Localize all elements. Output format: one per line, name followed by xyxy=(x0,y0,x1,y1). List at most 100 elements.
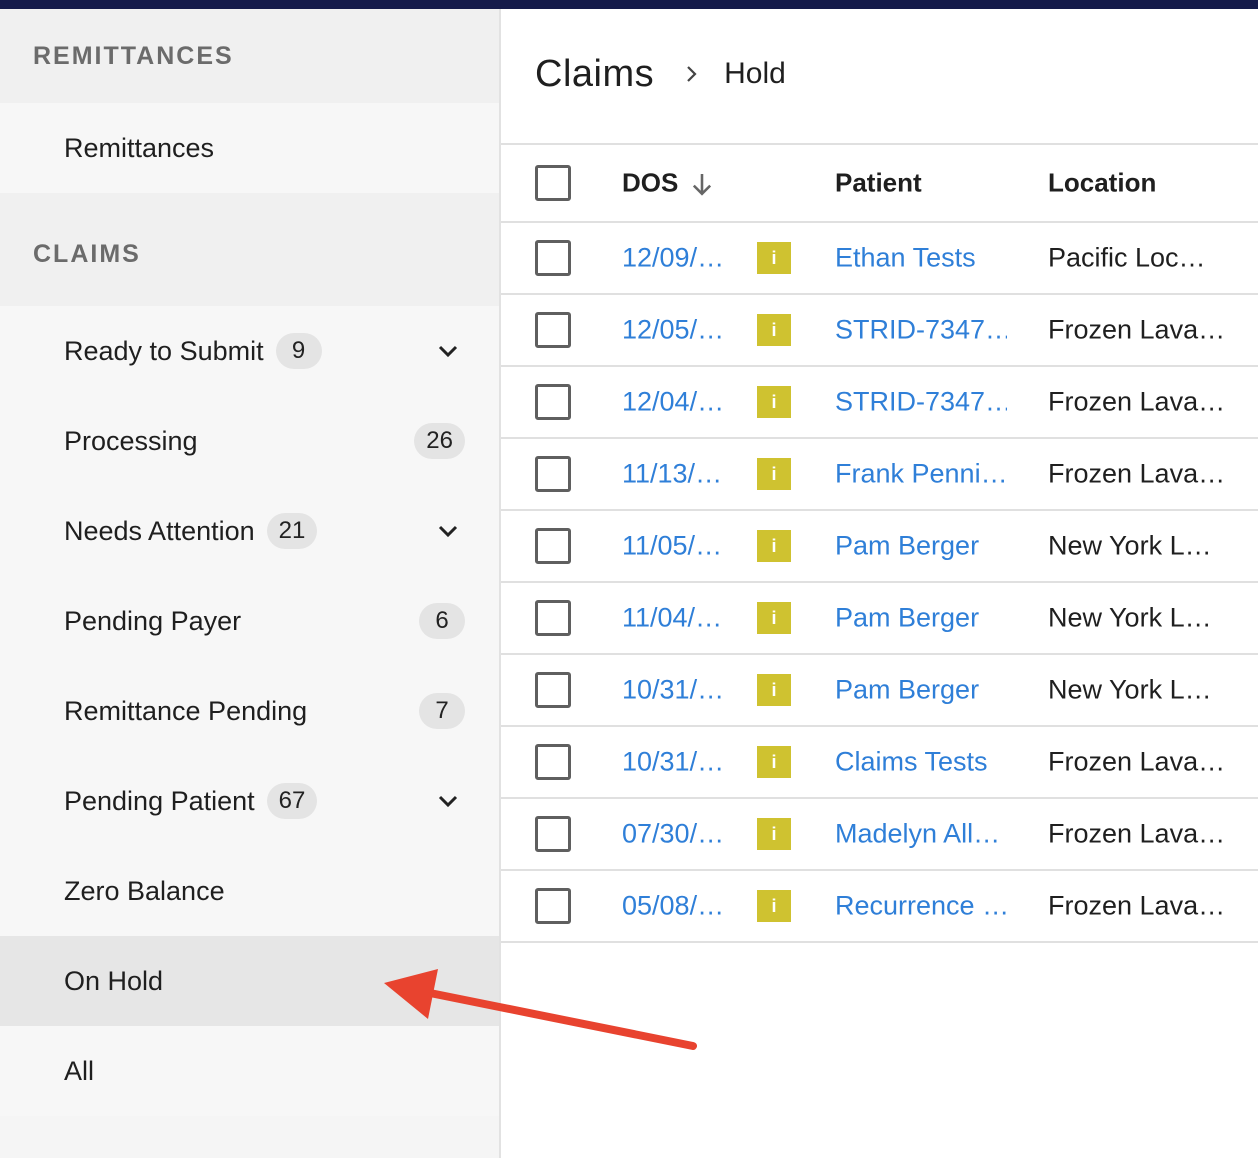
info-icon[interactable]: i xyxy=(757,458,791,490)
table-row[interactable]: 11/05/… i Pam Berger New York L… xyxy=(501,511,1258,583)
section-header-claims: CLAIMS xyxy=(0,193,499,306)
row-checkbox[interactable] xyxy=(535,744,571,780)
patient-link[interactable]: Madelyn All… xyxy=(835,819,1007,850)
patient-link[interactable]: Ethan Tests xyxy=(835,243,1007,274)
sidebar-item-label: Zero Balance xyxy=(64,875,225,906)
location-cell: Frozen Lava… xyxy=(1048,746,1226,777)
table-row[interactable]: 11/04/… i Pam Berger New York L… xyxy=(501,583,1258,655)
chevron-right-icon xyxy=(687,66,697,82)
info-icon[interactable]: i xyxy=(757,602,791,634)
column-header-label: DOS xyxy=(622,167,679,198)
sidebar-item-remittance-pending[interactable]: Remittance Pending 7 xyxy=(0,666,499,756)
column-header-dos[interactable]: DOS xyxy=(622,167,716,198)
info-icon[interactable]: i xyxy=(757,746,791,778)
sidebar-item-all[interactable]: All xyxy=(0,1026,499,1116)
sidebar: REMITTANCES Remittances CLAIMS Ready to … xyxy=(0,9,501,1158)
row-checkbox[interactable] xyxy=(535,600,571,636)
row-checkbox[interactable] xyxy=(535,816,571,852)
info-icon[interactable]: i xyxy=(757,674,791,706)
breadcrumb-current: Hold xyxy=(724,57,786,90)
patient-link[interactable]: STRID-7347… xyxy=(835,315,1007,346)
row-checkbox[interactable] xyxy=(535,456,571,492)
info-icon[interactable]: i xyxy=(757,530,791,562)
dos-link[interactable]: 12/04/… xyxy=(622,387,732,418)
sidebar-item-label: Ready to Submit xyxy=(64,335,264,366)
sidebar-item-zero-balance[interactable]: Zero Balance xyxy=(0,846,499,936)
row-checkbox[interactable] xyxy=(535,888,571,924)
dos-link[interactable]: 05/08/… xyxy=(622,891,732,922)
sidebar-item-ready-to-submit[interactable]: Ready to Submit 9 xyxy=(0,306,499,396)
dos-link[interactable]: 12/09/… xyxy=(622,243,732,274)
table-row[interactable]: 07/30/… i Madelyn All… Frozen Lava… xyxy=(501,799,1258,871)
patient-link[interactable]: Frank Penni… xyxy=(835,459,1007,490)
table-row[interactable]: 11/13/… i Frank Penni… Frozen Lava… xyxy=(501,439,1258,511)
patient-link[interactable]: Recurrence … xyxy=(835,891,1007,922)
patient-link[interactable]: Pam Berger xyxy=(835,531,1007,562)
column-header-location[interactable]: Location xyxy=(1048,168,1156,199)
table-row[interactable]: 10/31/… i Pam Berger New York L… xyxy=(501,655,1258,727)
location-cell: Frozen Lava… xyxy=(1048,890,1226,921)
table-header-row: DOS Patient Location xyxy=(501,145,1258,223)
claims-table: DOS Patient Location 12/09/… i Ethan Tests… xyxy=(501,143,1258,943)
info-icon[interactable]: i xyxy=(757,890,791,922)
dos-link[interactable]: 11/04/… xyxy=(622,603,732,634)
info-icon[interactable]: i xyxy=(757,314,791,346)
main-content: Claims Hold DOS Patient Location 12/09/…… xyxy=(501,9,1258,1158)
dos-link[interactable]: 10/31/… xyxy=(622,675,732,706)
patient-link[interactable]: Claims Tests xyxy=(835,747,1007,778)
location-cell: Frozen Lava… xyxy=(1048,458,1226,489)
table-row[interactable]: 12/05/… i STRID-7347… Frozen Lava… xyxy=(501,295,1258,367)
chevron-down-icon[interactable] xyxy=(436,789,460,813)
dos-link[interactable]: 11/13/… xyxy=(622,459,732,490)
top-app-bar xyxy=(0,0,1258,9)
info-icon[interactable]: i xyxy=(757,818,791,850)
sidebar-item-label: Pending Payer xyxy=(64,605,242,636)
sidebar-item-processing[interactable]: Processing 26 xyxy=(0,396,499,486)
patient-link[interactable]: Pam Berger xyxy=(835,675,1007,706)
patient-link[interactable]: Pam Berger xyxy=(835,603,1007,634)
table-body: 12/09/… i Ethan Tests Pacific Loc… 12/05/… i S… xyxy=(501,223,1258,943)
sidebar-item-label: All xyxy=(64,1055,95,1086)
count-badge: 26 xyxy=(414,423,465,459)
row-checkbox[interactable] xyxy=(535,312,571,348)
sidebar-item-label: Pending Patient xyxy=(64,785,255,816)
dos-link[interactable]: 11/05/… xyxy=(622,531,732,562)
sidebar-item-pending-payer[interactable]: Pending Payer 6 xyxy=(0,576,499,666)
sidebar-item-label: Processing xyxy=(64,425,198,456)
location-cell: Pacific Loc… xyxy=(1048,242,1206,273)
column-header-patient[interactable]: Patient xyxy=(835,168,922,199)
sidebar-item-on-hold[interactable]: On Hold xyxy=(0,936,499,1026)
dos-link[interactable]: 10/31/… xyxy=(622,747,732,778)
location-cell: Frozen Lava… xyxy=(1048,314,1226,345)
table-row[interactable]: 10/31/… i Claims Tests Frozen Lava… xyxy=(501,727,1258,799)
table-row[interactable]: 12/04/… i STRID-7347… Frozen Lava… xyxy=(501,367,1258,439)
chevron-down-icon[interactable] xyxy=(436,339,460,363)
sidebar-item-remittances[interactable]: Remittances xyxy=(0,103,499,193)
patient-link[interactable]: STRID-7347… xyxy=(835,387,1007,418)
sidebar-item-pending-patient[interactable]: Pending Patient 67 xyxy=(0,756,499,846)
location-cell: New York L… xyxy=(1048,530,1212,561)
sidebar-item-label: Remittances xyxy=(64,132,215,163)
select-all-checkbox[interactable] xyxy=(535,165,571,201)
row-checkbox[interactable] xyxy=(535,528,571,564)
row-checkbox[interactable] xyxy=(535,240,571,276)
sidebar-item-label: Needs Attention xyxy=(64,515,255,546)
location-cell: New York L… xyxy=(1048,674,1212,705)
count-badge: 21 xyxy=(266,513,318,549)
sort-descending-icon[interactable] xyxy=(688,171,716,199)
dos-link[interactable]: 12/05/… xyxy=(622,315,732,346)
row-checkbox[interactable] xyxy=(535,384,571,420)
count-badge: 7 xyxy=(419,693,465,729)
chevron-down-icon[interactable] xyxy=(436,519,460,543)
sidebar-item-label: Remittance Pending xyxy=(64,695,308,726)
row-checkbox[interactable] xyxy=(535,672,571,708)
info-icon[interactable]: i xyxy=(757,242,791,274)
table-row[interactable]: 05/08/… i Recurrence … Frozen Lava… xyxy=(501,871,1258,943)
location-cell: New York L… xyxy=(1048,602,1212,633)
breadcrumb: Claims Hold xyxy=(535,49,786,99)
info-icon[interactable]: i xyxy=(757,386,791,418)
breadcrumb-claims[interactable]: Claims xyxy=(535,53,654,96)
sidebar-item-needs-attention[interactable]: Needs Attention 21 xyxy=(0,486,499,576)
dos-link[interactable]: 07/30/… xyxy=(622,819,732,850)
table-row[interactable]: 12/09/… i Ethan Tests Pacific Loc… xyxy=(501,223,1258,295)
